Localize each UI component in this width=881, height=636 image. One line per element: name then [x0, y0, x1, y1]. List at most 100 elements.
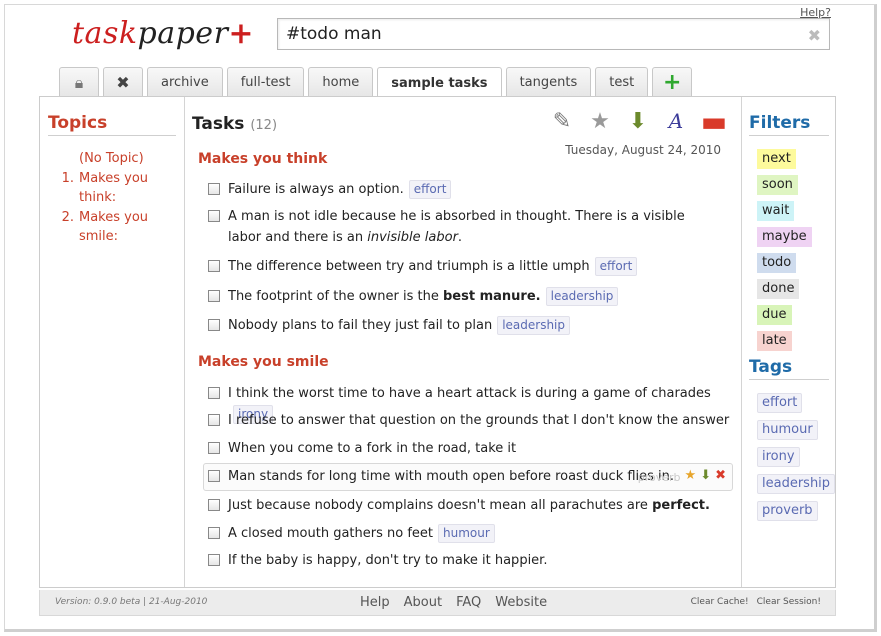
filter-late[interactable]: late	[757, 331, 792, 351]
tag-effort[interactable]: effort	[757, 393, 803, 413]
tasks-title-label: Tasks	[192, 114, 245, 134]
filter-todo[interactable]: todo	[757, 253, 797, 273]
clear-cache-link[interactable]: Clear Cache!	[691, 597, 749, 607]
tasks-toolbar: ✎ ★ ⬇ A ▬	[549, 105, 727, 138]
filters-title: Filters	[749, 113, 829, 136]
save-icon[interactable]: ⬇	[700, 465, 711, 488]
remove-icon[interactable]: ▬	[701, 105, 727, 138]
tab-full-test[interactable]: full-test	[226, 67, 305, 97]
topic-list: (No Topic) 1. Makes you think: 2. Makes …	[54, 149, 176, 247]
task-checkbox[interactable]	[208, 470, 220, 482]
task-row-hovered[interactable]: Man stands for long time with mouth open…	[203, 463, 733, 491]
tab-home[interactable]: home	[308, 67, 374, 97]
task-checkbox[interactable]	[208, 414, 220, 426]
topic-label: Makes you think:	[79, 171, 149, 205]
task-text: If the baby is happy, don't try to make …	[228, 553, 548, 568]
task-row[interactable]: Just because nobody complains doesn't me…	[208, 495, 738, 516]
topic-item[interactable]: 1. Makes you think:	[54, 169, 176, 207]
tab-test[interactable]: test	[595, 67, 649, 97]
task-tag[interactable]: leadership	[545, 287, 619, 306]
task-checkbox[interactable]	[208, 499, 220, 511]
footer: Version: 0.9.0 beta | 21-Aug-2010 Help A…	[39, 590, 836, 616]
footer-faq-link[interactable]: FAQ	[456, 595, 481, 610]
task-text: The difference between try and triumph i…	[228, 259, 590, 274]
task-text-emphasis: invisible labor	[367, 230, 458, 245]
task-checkbox[interactable]	[208, 527, 220, 539]
task-text: A closed mouth gathers no feet	[228, 526, 434, 541]
tab-lock[interactable]: 🔒︎	[59, 67, 99, 97]
star-icon[interactable]: ★	[587, 108, 613, 134]
save-icon[interactable]: ⬇	[625, 108, 651, 134]
tasks-column: Tasks (12) ✎ ★ ⬇ A ▬ Tuesday, August 24,…	[185, 97, 741, 587]
version-label: Version: 0.9.0 beta | 21-Aug-2010	[55, 597, 208, 607]
task-tag[interactable]: leadership	[497, 316, 570, 335]
topics-column: Topics (No Topic) 1. Makes you think: 2.…	[40, 97, 185, 587]
footer-links: Help About FAQ Website	[360, 595, 547, 610]
task-text: I refuse to answer that question on the …	[228, 413, 730, 428]
date-label: Tuesday, August 24, 2010	[565, 143, 721, 157]
task-checkbox[interactable]	[208, 210, 220, 222]
filter-soon[interactable]: soon	[757, 175, 798, 195]
task-row[interactable]: I refuse to answer that question on the …	[208, 410, 738, 431]
tab-tangents[interactable]: tangents	[505, 67, 592, 97]
task-checkbox[interactable]	[208, 442, 220, 454]
task-text: I think the worst time to have a heart a…	[228, 386, 711, 401]
project-heading: Makes you think	[198, 151, 328, 167]
font-icon[interactable]: A	[663, 108, 689, 134]
tab-bar: 🔒︎ ✖ archive full-test home sample tasks…	[59, 67, 696, 98]
edit-icon[interactable]: ✎	[549, 108, 575, 134]
task-row[interactable]: When you come to a fork in the road, tak…	[208, 438, 738, 459]
search-box: ✖	[277, 18, 830, 50]
task-row[interactable]: The footprint of the owner is the best m…	[208, 286, 738, 307]
topic-item[interactable]: 2. Makes you smile:	[54, 208, 176, 246]
tab-archive[interactable]: archive	[147, 67, 223, 97]
task-checkbox[interactable]	[208, 387, 220, 399]
task-tag[interactable]: effort	[594, 257, 638, 276]
filter-due[interactable]: due	[757, 305, 792, 325]
task-text-bold: perfect.	[652, 498, 710, 513]
star-icon[interactable]: ★	[685, 465, 697, 488]
task-checkbox[interactable]	[208, 183, 220, 195]
tab-sample-tasks[interactable]: sample tasks	[377, 67, 502, 98]
close-icon[interactable]: ✖	[808, 26, 821, 45]
task-row[interactable]: A man is not idle because he is absorbed…	[208, 206, 738, 248]
task-tag[interactable]: humour	[438, 524, 495, 543]
delete-icon[interactable]: ✖	[715, 465, 726, 488]
add-icon: +	[662, 70, 682, 95]
task-row[interactable]: Failure is always an option. effort	[208, 179, 738, 200]
task-row[interactable]: Nobody plans to fail they just fail to p…	[208, 315, 738, 336]
filter-done[interactable]: done	[757, 279, 800, 299]
clear-session-link[interactable]: Clear Session!	[757, 597, 821, 607]
task-checkbox[interactable]	[208, 290, 220, 302]
task-checkbox[interactable]	[208, 554, 220, 566]
search-input[interactable]	[278, 19, 798, 49]
app-logo: taskpaper+	[72, 16, 254, 51]
task-tag[interactable]: effort	[408, 180, 452, 199]
task-text: Failure is always an option.	[228, 182, 404, 197]
task-row[interactable]: If the baby is happy, don't try to make …	[208, 550, 738, 571]
topic-number: 1.	[61, 171, 74, 186]
filter-next[interactable]: next	[757, 149, 796, 169]
tag-leadership[interactable]: leadership	[757, 474, 836, 494]
tag-humour[interactable]: humour	[757, 420, 818, 440]
task-row[interactable]: A closed mouth gathers no feet humour	[208, 523, 738, 544]
footer-about-link[interactable]: About	[404, 595, 442, 610]
topic-no-topic[interactable]: (No Topic)	[54, 149, 176, 168]
topics-title: Topics	[48, 113, 176, 136]
tag-irony[interactable]: irony	[757, 447, 800, 467]
footer-website-link[interactable]: Website	[495, 595, 547, 610]
tab-close[interactable]: ✖	[103, 67, 143, 97]
filter-wait[interactable]: wait	[757, 201, 795, 221]
filter-list: next soon wait maybe todo done due late	[757, 149, 812, 357]
tag-proverb[interactable]: proverb	[757, 501, 818, 521]
tasks-title: Tasks (12)	[192, 114, 277, 134]
tag-list: effort humour irony leadership proverb	[757, 393, 836, 528]
task-checkbox[interactable]	[208, 260, 220, 272]
footer-help-link[interactable]: Help	[360, 595, 390, 610]
filter-maybe[interactable]: maybe	[757, 227, 812, 247]
task-row[interactable]: The difference between try and triumph i…	[208, 256, 738, 277]
footer-right-links: Clear Cache! Clear Session!	[691, 597, 821, 607]
tab-add[interactable]: +	[652, 67, 693, 97]
task-checkbox[interactable]	[208, 319, 220, 331]
logo-part-paper: paper	[137, 16, 229, 51]
